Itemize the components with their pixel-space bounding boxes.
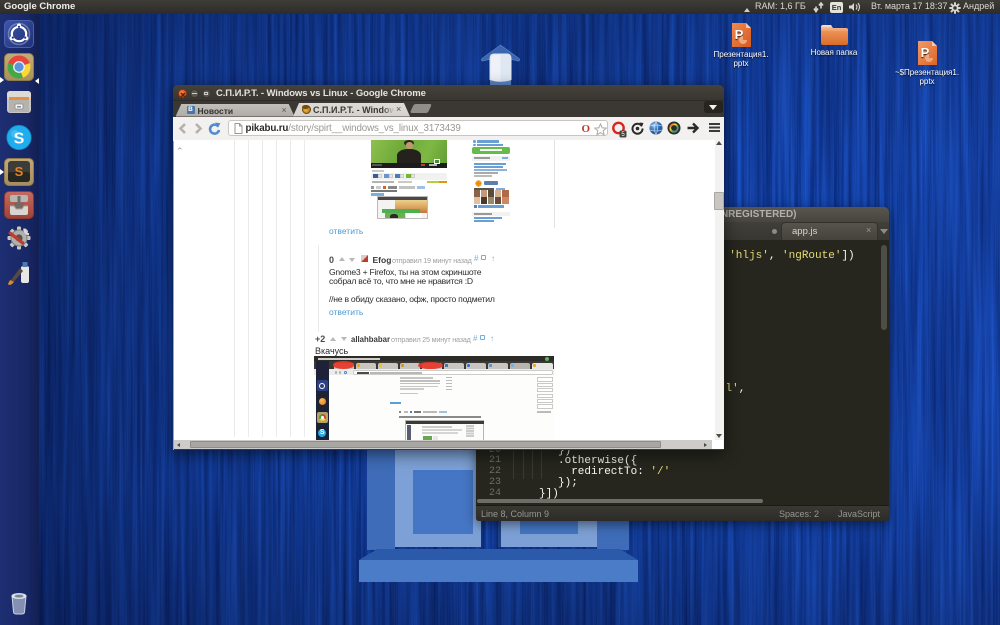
svg-text:S: S bbox=[15, 164, 24, 179]
svg-text:S: S bbox=[14, 131, 25, 148]
